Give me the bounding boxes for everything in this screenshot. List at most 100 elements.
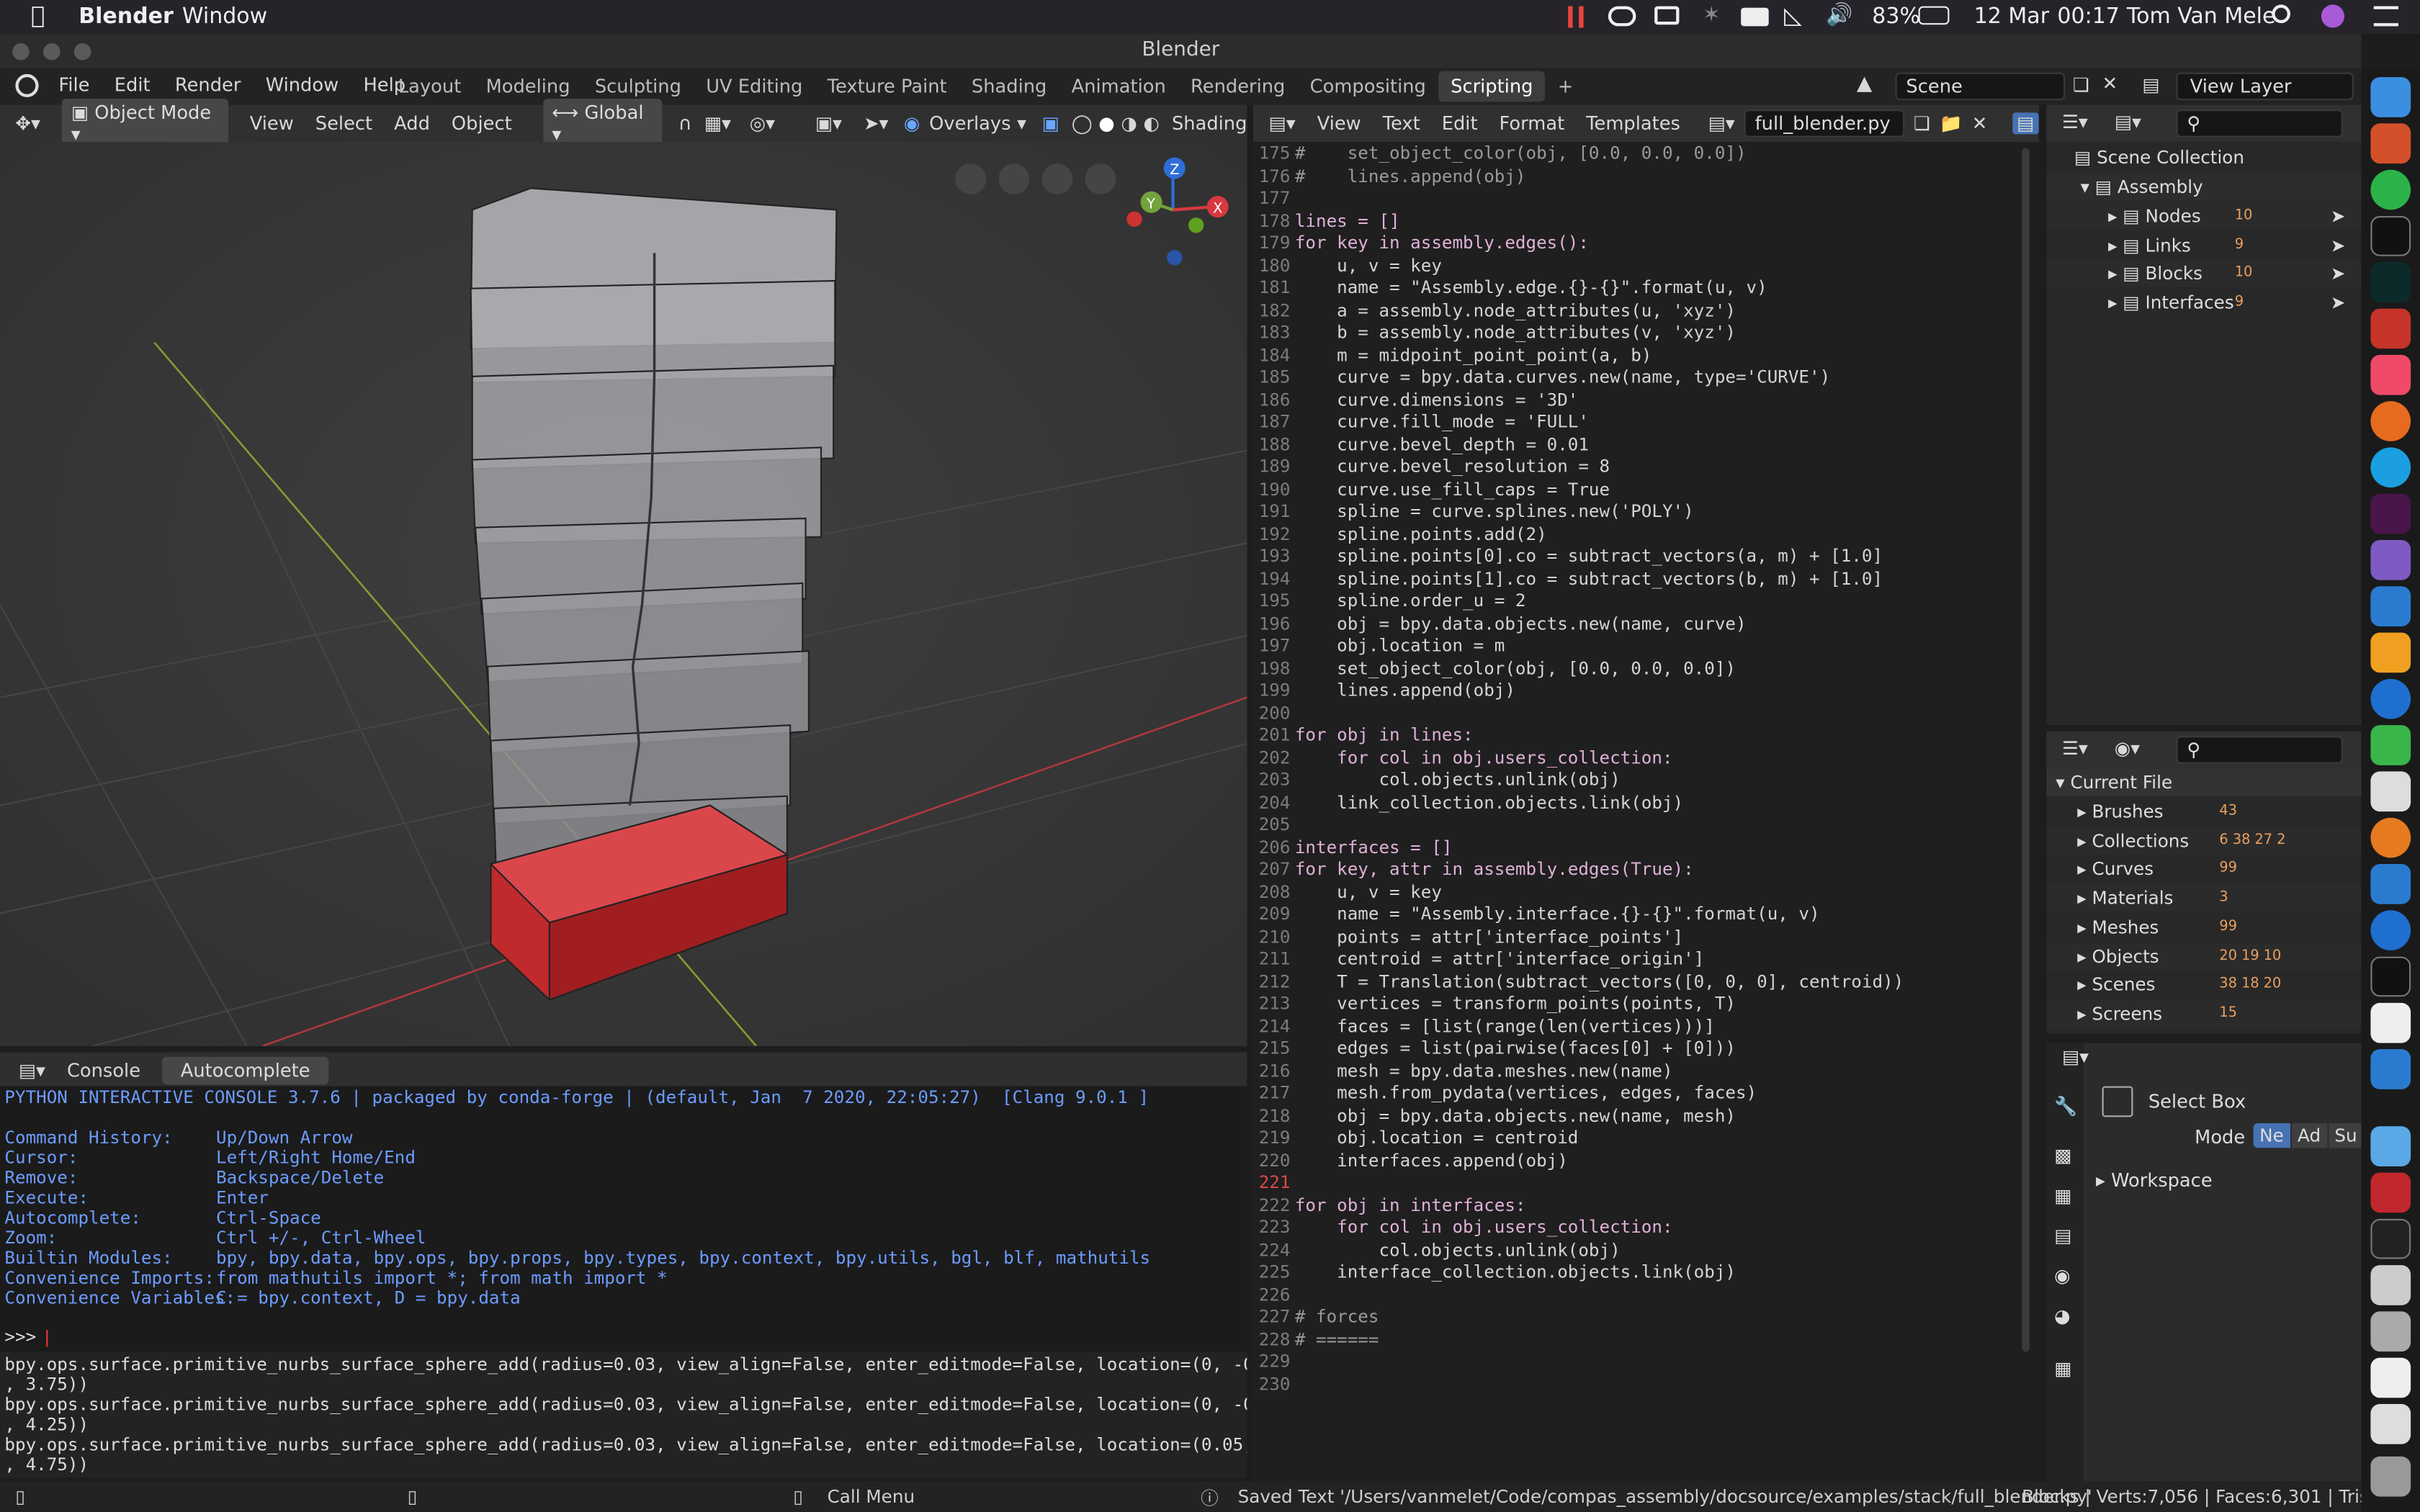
outliner-item-blocks[interactable]: ▸ ▤ Blocks 10 ➤ — [2046, 259, 2362, 288]
code-line[interactable]: mesh.from_pydata(vertices, edges, faces) — [1295, 1083, 1757, 1103]
code-line[interactable]: spline.order_u = 2 — [1295, 591, 1525, 611]
code-line[interactable]: interfaces.append(obj) — [1295, 1151, 1568, 1171]
spotlight-icon[interactable] — [2272, 4, 2290, 24]
tab-layout[interactable]: Layout — [386, 71, 474, 102]
code-line[interactable]: for obj in interfaces: — [1295, 1195, 1526, 1215]
wifi-icon[interactable]: ◺ — [1784, 1, 1802, 30]
expand-arrow-icon[interactable]: ▸ — [2108, 205, 2123, 227]
menu-edit[interactable]: Edit — [115, 74, 151, 96]
properties-editor-type-icon[interactable]: ▤▾ — [2062, 1046, 2089, 1068]
mode-subtract-button[interactable]: Su — [2328, 1123, 2364, 1148]
select-menu[interactable]: Select — [315, 112, 372, 134]
zoom-icon[interactable] — [1085, 163, 1116, 194]
terminal-icon[interactable] — [2370, 216, 2411, 256]
code-line[interactable]: name = "Assembly.interface.{}-{}".format… — [1295, 904, 1819, 924]
ev-app-icon[interactable] — [2370, 308, 2411, 349]
texture-tab-icon[interactable]: ▦ — [2054, 1358, 2071, 1380]
solid-shading-icon[interactable]: ● — [1098, 112, 1114, 134]
code-line[interactable] — [1295, 1173, 1337, 1193]
tab-shading[interactable]: Shading — [959, 71, 1059, 102]
wireframe-shading-icon[interactable]: ◯ — [1072, 112, 1093, 134]
block-stack[interactable] — [470, 187, 838, 1002]
code-line[interactable]: curve.fill_mode = 'FULL' — [1295, 412, 1589, 432]
code-line[interactable]: for obj in lines: — [1295, 725, 1474, 745]
window-thumb-2-icon[interactable] — [2370, 1265, 2411, 1305]
code-line[interactable]: interfaces = [] — [1295, 837, 1453, 858]
console-prompt[interactable]: >>> — [4, 1327, 48, 1347]
code-line[interactable]: # forces — [1295, 1307, 1379, 1327]
toggle-perspective-icon[interactable] — [955, 163, 987, 194]
text-format-menu[interactable]: Format — [1500, 112, 1565, 134]
vscode-icon[interactable] — [2370, 586, 2411, 626]
notification-center-icon[interactable] — [2373, 6, 2398, 27]
text-templates-menu[interactable]: Templates — [1586, 112, 1680, 134]
add-menu[interactable]: Add — [394, 112, 430, 134]
inkscape-icon[interactable] — [2370, 1002, 2411, 1043]
blend-item-collections[interactable]: ▸ Collections 6 38 27 2 — [2046, 826, 2362, 855]
expand-arrow-icon[interactable]: ▸ — [2108, 292, 2123, 313]
expand-arrow-icon[interactable]: ▸ — [2077, 916, 2092, 937]
code-line[interactable]: u, v = key — [1295, 256, 1442, 276]
outliner-search[interactable]: ⚲ — [2176, 109, 2343, 138]
blend-item-brushes[interactable]: ▸ Brushes 43 — [2046, 798, 2361, 826]
snap-icon[interactable]: ∩ — [678, 112, 692, 134]
airplay-icon[interactable] — [1654, 6, 1680, 25]
blend-item-objects[interactable]: ▸ Objects 20 19 10 — [2046, 942, 2362, 970]
view-layer-selector[interactable]: View Layer — [2176, 72, 2354, 101]
expand-arrow-icon[interactable]: ▸ — [2077, 974, 2092, 996]
xray-icon[interactable]: ▣ — [1041, 112, 1059, 134]
blend-item-curves[interactable]: ▸ Curves 99 — [2046, 855, 2361, 883]
view-layer-tab-icon[interactable]: ▤ — [2054, 1225, 2071, 1246]
code-line[interactable]: # ====== — [1295, 1329, 1379, 1349]
python-console[interactable]: PYTHON INTERACTIVE CONSOLE 3.7.6 | packa… — [0, 1086, 1247, 1478]
tab-rendering[interactable]: Rendering — [1178, 71, 1298, 102]
scene-collection-row[interactable]: ▤ Scene Collection — [2046, 143, 2361, 171]
code-line[interactable]: T = Translation(subtract_vectors([0, 0, … — [1295, 971, 1904, 991]
new-scene-icon[interactable]: ❏ — [2073, 74, 2089, 96]
overlays-dropdown[interactable]: Overlays — [929, 112, 1010, 134]
code-line[interactable]: obj.location = m — [1295, 636, 1505, 656]
clock-date[interactable]: 12 Mar — [1974, 4, 2049, 29]
selectable-arrow-icon[interactable]: ➤ — [2331, 289, 2346, 317]
rendered-shading-icon[interactable]: ◐ — [1143, 112, 1159, 134]
creative-cloud-icon[interactable] — [1608, 6, 1636, 27]
code-line[interactable]: curve = bpy.data.curves.new(name, type='… — [1295, 367, 1830, 387]
code-line[interactable]: for col in obj.users_collection: — [1295, 1218, 1672, 1238]
code-line[interactable]: faces = [list(range(len(vertices)))] — [1295, 1016, 1715, 1036]
visual-studio-icon[interactable] — [2370, 540, 2411, 580]
folder-icon[interactable] — [2370, 1126, 2411, 1166]
3d-viewport[interactable]: Z X Y — [0, 142, 1247, 1046]
info-log-line[interactable]: bpy.ops.surface.primitive_nurbs_surface_… — [4, 1354, 1247, 1374]
info-log-line[interactable]: bpy.ops.surface.primitive_nurbs_surface_… — [4, 1435, 1247, 1455]
material-shading-icon[interactable]: ◑ — [1121, 112, 1137, 134]
code-line[interactable]: name = "Assembly.edge.{}-{}".format(u, v… — [1295, 278, 1767, 298]
open-text-icon[interactable]: 📁 — [1940, 112, 1963, 134]
expand-arrow-icon[interactable]: ▸ — [2108, 234, 2123, 256]
clock-time[interactable]: 00:17 — [2057, 4, 2119, 29]
blender-dock-icon[interactable] — [2370, 123, 2411, 164]
add-workspace-icon[interactable]: + — [1546, 71, 1586, 102]
current-file-row[interactable]: ▾ Current File — [2046, 768, 2362, 796]
info-log-line[interactable]: bpy.ops.surface.primitive_nurbs_surface_… — [4, 1395, 1247, 1415]
finder-icon[interactable] — [2370, 77, 2411, 117]
assembly-collection-row[interactable]: ▾ ▤ Assembly — [2046, 173, 2362, 201]
trash-icon[interactable] — [2370, 1456, 2411, 1497]
record-icon[interactable] — [1568, 6, 1584, 28]
code-line[interactable]: mesh = bpy.data.meshes.new(name) — [1295, 1061, 1672, 1081]
code-line[interactable]: lines.append(obj) — [1295, 680, 1515, 701]
window-menu[interactable]: Window — [182, 4, 267, 29]
view-layer-icon[interactable]: ▤ — [2142, 74, 2159, 96]
window-thumb-1-icon[interactable] — [2370, 1218, 2411, 1259]
selectable-arrow-icon[interactable]: ➤ — [2331, 231, 2346, 259]
blender-logo-icon[interactable] — [15, 73, 39, 97]
outliner-item-nodes[interactable]: ▸ ▤ Nodes 10 ➤ — [2046, 202, 2362, 230]
outliner-editor-type-icon[interactable]: ☰▾ — [2062, 111, 2088, 132]
zoom-window-icon[interactable] — [73, 43, 91, 60]
editor-type-icon[interactable]: ✥▾ — [15, 112, 40, 134]
mode-add-button[interactable]: Ad — [2291, 1123, 2327, 1148]
selectable-arrow-icon[interactable]: ➤ — [2331, 202, 2346, 230]
keyboard-icon[interactable] — [1741, 7, 1769, 27]
code-line[interactable]: obj = bpy.data.objects.new(name, curve) — [1295, 613, 1746, 634]
info-log-line[interactable]: , 4.25)) — [4, 1415, 89, 1435]
window-thumb-3-icon[interactable] — [2370, 1311, 2411, 1352]
